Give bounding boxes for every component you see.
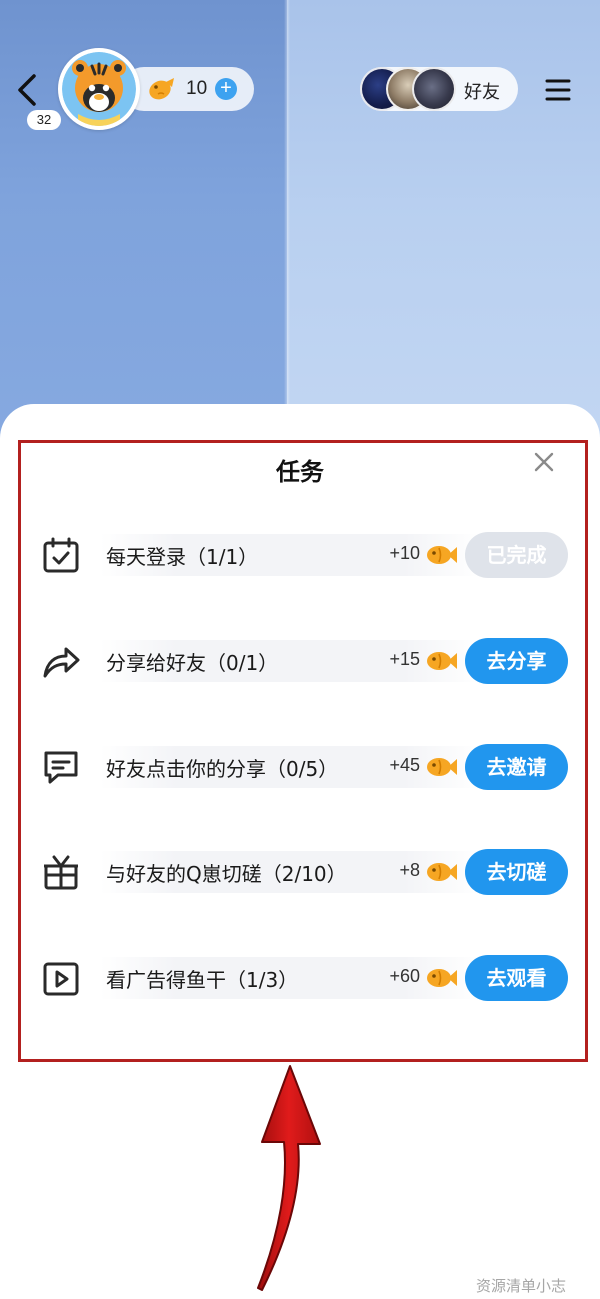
wall-right-panel — [287, 0, 600, 440]
fish-coin-icon — [426, 648, 458, 674]
task-label: 与好友的Q崽切磋（2/10） — [106, 862, 347, 886]
fish-coin-icon — [426, 965, 458, 991]
task-label: 分享给好友（0/1） — [106, 651, 279, 675]
friend-avatar — [412, 67, 456, 111]
watermark: 资源清单小志 — [476, 1277, 567, 1295]
task-label: 看广告得鱼干（1/3） — [106, 968, 299, 992]
level-badge: 32 — [27, 110, 61, 130]
task-row-battle: 与好友的Q崽切磋（2/10） +8 去切磋 — [0, 847, 600, 897]
add-coins-button[interactable]: + — [215, 78, 237, 100]
task-reward: +15 — [389, 649, 420, 669]
calendar-check-icon — [40, 534, 82, 576]
invite-button[interactable]: 去邀请 — [465, 744, 568, 790]
fish-coin-icon — [146, 74, 176, 104]
close-icon — [534, 452, 554, 472]
completed-button: 已完成 — [465, 532, 568, 578]
share-arrow-icon — [40, 640, 82, 682]
fish-coin-icon — [426, 859, 458, 885]
share-button[interactable]: 去分享 — [465, 638, 568, 684]
fish-coin-icon — [426, 754, 458, 780]
tiger-avatar — [62, 52, 136, 126]
hamburger-menu-icon — [545, 79, 571, 101]
task-reward: +60 — [389, 966, 420, 986]
wall-left-panel — [0, 0, 287, 440]
sheet-title: 任务 — [276, 458, 324, 486]
play-video-icon — [40, 957, 82, 999]
back-button[interactable] — [10, 68, 46, 112]
task-reward: +45 — [389, 755, 420, 775]
annotation-arrow-icon — [250, 1064, 340, 1294]
fish-coin-icon — [426, 542, 458, 568]
coin-count: 10 — [186, 78, 208, 99]
task-label: 每天登录（1/1） — [106, 545, 259, 569]
task-reward: +10 — [389, 543, 420, 563]
watch-button[interactable]: 去观看 — [465, 955, 568, 1001]
avatar — [58, 48, 140, 130]
wall-seam — [284, 0, 290, 440]
close-button[interactable] — [532, 450, 556, 474]
chat-bubble-icon — [40, 746, 82, 788]
task-label: 好友点击你的分享（0/5） — [106, 757, 339, 781]
chevron-left-icon — [18, 74, 36, 106]
friends-label: 好友 — [464, 82, 500, 103]
battle-button[interactable]: 去切磋 — [465, 849, 568, 895]
task-row-share: 分享给好友（0/1） +15 去分享 — [0, 636, 600, 686]
user-avatar[interactable] — [58, 48, 140, 130]
task-reward: +8 — [399, 860, 420, 880]
task-row-watch-ad: 看广告得鱼干（1/3） +60 去观看 — [0, 953, 600, 1003]
task-row-daily-login: 每天登录（1/1） +10 已完成 — [0, 530, 600, 580]
menu-button[interactable] — [542, 74, 574, 106]
task-row-friend-clicks: 好友点击你的分享（0/5） +45 去邀请 — [0, 742, 600, 792]
gift-box-icon — [40, 851, 82, 893]
